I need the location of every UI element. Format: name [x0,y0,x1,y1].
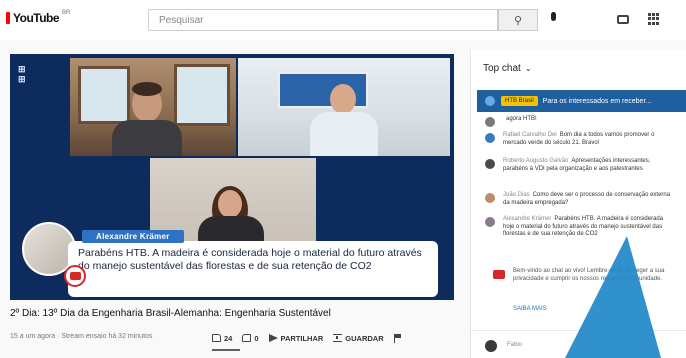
top-bar: YouTube BR Pesquisar ⚲ [0,0,686,40]
like-count: 24 [224,333,233,343]
youtube-icon [493,270,505,279]
video-title: 2º Dia: 13º Dia da Engenharia Brasil-Ale… [10,308,331,319]
chat-author: Roberto Augusto Galvão [503,158,569,164]
thumbs-up-icon [212,334,221,342]
chat-caption-overlay: Parabéns HTB. A madeira é considerada ho… [68,241,438,297]
create-video-icon[interactable] [617,15,629,24]
search-icon: ⚲ [513,14,523,27]
participant-head [330,84,356,114]
apps-grid-icon[interactable] [648,13,660,25]
flag-icon [393,333,401,343]
avatar [485,133,495,143]
search-button[interactable]: ⚲ [498,9,538,31]
pinned-message[interactable]: HTB Brasil Para os interessados em receb… [477,90,686,112]
chat-text: agora HTB! [506,116,537,122]
youtube-logo-icon [6,12,10,24]
chat-author: João Dias [503,192,530,198]
user-name: Fabio [507,342,523,348]
participant-frame-2 [238,58,450,156]
search-input[interactable]: Pesquisar [148,9,498,31]
user-avatar [485,340,497,352]
avatar [485,159,495,169]
avatar [485,96,495,106]
participant-frame-1 [70,58,236,156]
chat-author: Alexandre Krämer [503,216,552,222]
participant-head [218,190,242,218]
share-label: PARTILHAR [280,333,324,343]
dislike-count: 0 [254,333,259,343]
caption-text: Parabéns HTB. A madeira é considerada ho… [78,247,422,272]
video-meta: 15 a um agora · Stream ensaio há 32 minu… [10,333,153,340]
like-button[interactable]: 24 [212,334,232,343]
logo-text: YouTube [13,11,60,25]
dislike-button[interactable]: 0 [242,333,259,343]
avatar [485,193,495,203]
microphone-icon[interactable] [548,12,558,27]
pinned-text: Para os interessados em receber... [542,97,652,105]
pinned-author-badge: HTB Brasil [501,96,538,106]
learn-more-link[interactable]: SAIBA MAIS [513,306,547,312]
participant-body [112,120,182,156]
chevron-down-icon: ⌄ [524,63,532,73]
participant-body [198,216,264,244]
video-player[interactable]: ⊞ ⊞ Parabéns HTB. A madeira é considerada… [10,54,454,300]
chat-message[interactable]: João Dias Como deve ser o processo de con… [485,192,673,207]
chat-message[interactable]: Rafael Carvalho Del Bom dia a todos vamos… [485,132,673,147]
chat-message[interactable]: agora HTB! [485,116,673,127]
speaker-name-tag: Alexandre Krämer [82,230,184,243]
participant-body [310,112,378,156]
chat-message[interactable]: Roberto Augusto Galvão Apresentações inte… [485,158,673,173]
chat-mode-selector[interactable]: Top chat ⌄ [471,50,686,86]
chat-author: Rafael Carvalho Del [503,132,557,138]
avatar [485,217,495,227]
report-button[interactable] [393,333,401,343]
save-button[interactable]: GUARDAR [333,333,384,343]
htb-logo: ⊞ ⊞ [18,64,27,84]
thumbs-down-icon [242,334,252,342]
youtube-logo[interactable]: YouTube BR [6,10,71,25]
video-actions: 24 0 PARTILHAR GUARDAR [212,330,401,346]
chat-header-label: Top chat [483,62,521,74]
share-icon [268,334,278,342]
save-label: GUARDAR [345,333,384,343]
logo-country: BR [62,10,71,16]
avatar [485,117,495,127]
share-button[interactable]: PARTILHAR [268,333,324,343]
playlist-add-icon [333,334,343,342]
participant-hair [132,82,162,96]
youtube-badge-icon [64,265,86,287]
like-ratio-bar [212,349,240,351]
window [174,64,230,126]
window [78,66,130,124]
